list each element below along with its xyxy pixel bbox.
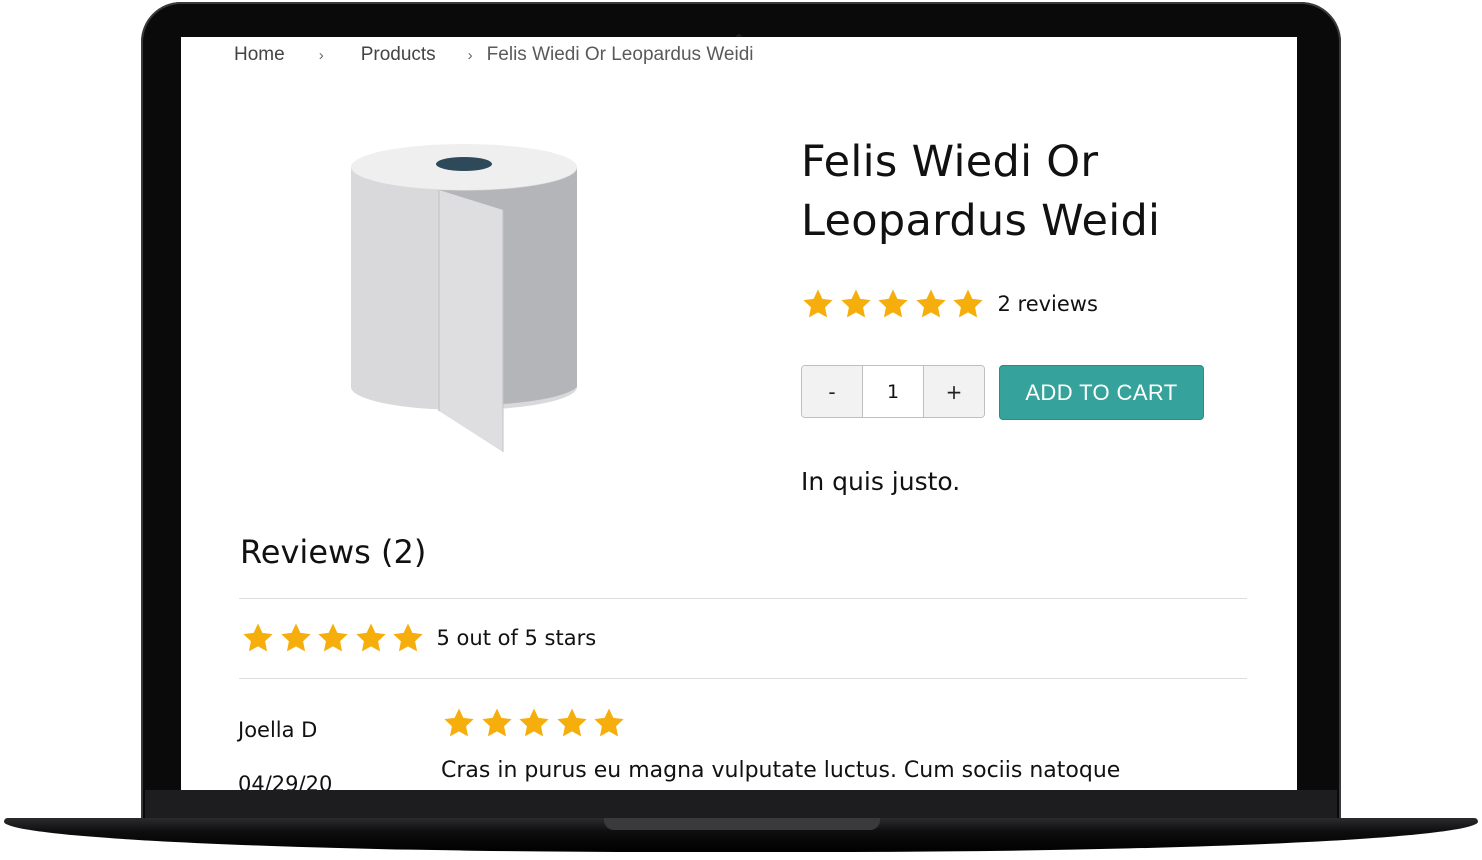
quantity-stepper: - + bbox=[801, 365, 985, 418]
breadcrumb-separator-icon: › bbox=[467, 46, 473, 64]
review-body: Cras in purus eu magna vulputate luctus.… bbox=[441, 758, 1121, 783]
breadcrumb-current: Felis Wiedi Or Leopardus Weidi bbox=[486, 44, 754, 65]
breadcrumb-separator-icon: › bbox=[318, 46, 324, 64]
star-icon bbox=[241, 621, 275, 655]
star-icon bbox=[391, 621, 425, 655]
star-icon bbox=[839, 287, 873, 321]
reviews-summary-text: 5 out of 5 stars bbox=[436, 626, 597, 650]
increase-quantity-button[interactable]: + bbox=[924, 366, 984, 417]
breadcrumb: Home › Products › Felis Wiedi Or Leopard… bbox=[234, 44, 753, 66]
star-icon bbox=[555, 706, 589, 740]
divider bbox=[239, 678, 1247, 679]
star-icon bbox=[442, 706, 476, 740]
divider bbox=[239, 598, 1247, 599]
star-icon bbox=[876, 287, 910, 321]
browser-viewport: Home › Products › Felis Wiedi Or Leopard… bbox=[181, 37, 1297, 790]
add-to-cart-button[interactable]: ADD TO CART bbox=[999, 365, 1204, 420]
reviews-link[interactable]: 2 reviews bbox=[998, 292, 1098, 316]
product-rating: 2 reviews bbox=[801, 287, 1098, 321]
star-icon bbox=[354, 621, 388, 655]
star-icon bbox=[951, 287, 985, 321]
star-icon bbox=[801, 287, 835, 321]
review-date: 04/29/20 bbox=[238, 772, 333, 790]
star-icon bbox=[517, 706, 551, 740]
star-rating bbox=[241, 621, 429, 655]
review-author: Joella D bbox=[238, 718, 318, 742]
product-description: In quis justo. bbox=[801, 467, 961, 496]
star-rating bbox=[801, 287, 989, 321]
star-icon bbox=[480, 706, 514, 740]
review-rating bbox=[442, 706, 630, 740]
laptop-notch bbox=[604, 818, 880, 830]
star-icon bbox=[316, 621, 350, 655]
toilet-paper-roll-image bbox=[341, 132, 591, 462]
star-rating bbox=[442, 706, 630, 740]
star-icon bbox=[592, 706, 626, 740]
quantity-input[interactable] bbox=[862, 366, 924, 417]
star-icon bbox=[279, 621, 313, 655]
decrease-quantity-button[interactable]: - bbox=[802, 366, 862, 417]
star-icon bbox=[914, 287, 948, 321]
breadcrumb-products-link[interactable]: Products bbox=[361, 44, 436, 66]
reviews-summary: 5 out of 5 stars bbox=[241, 621, 596, 655]
product-title: Felis Wiedi Or Leopardus Weidi bbox=[801, 137, 1161, 246]
breadcrumb-home-link[interactable]: Home bbox=[234, 44, 285, 66]
reviews-heading: Reviews (2) bbox=[240, 533, 427, 571]
